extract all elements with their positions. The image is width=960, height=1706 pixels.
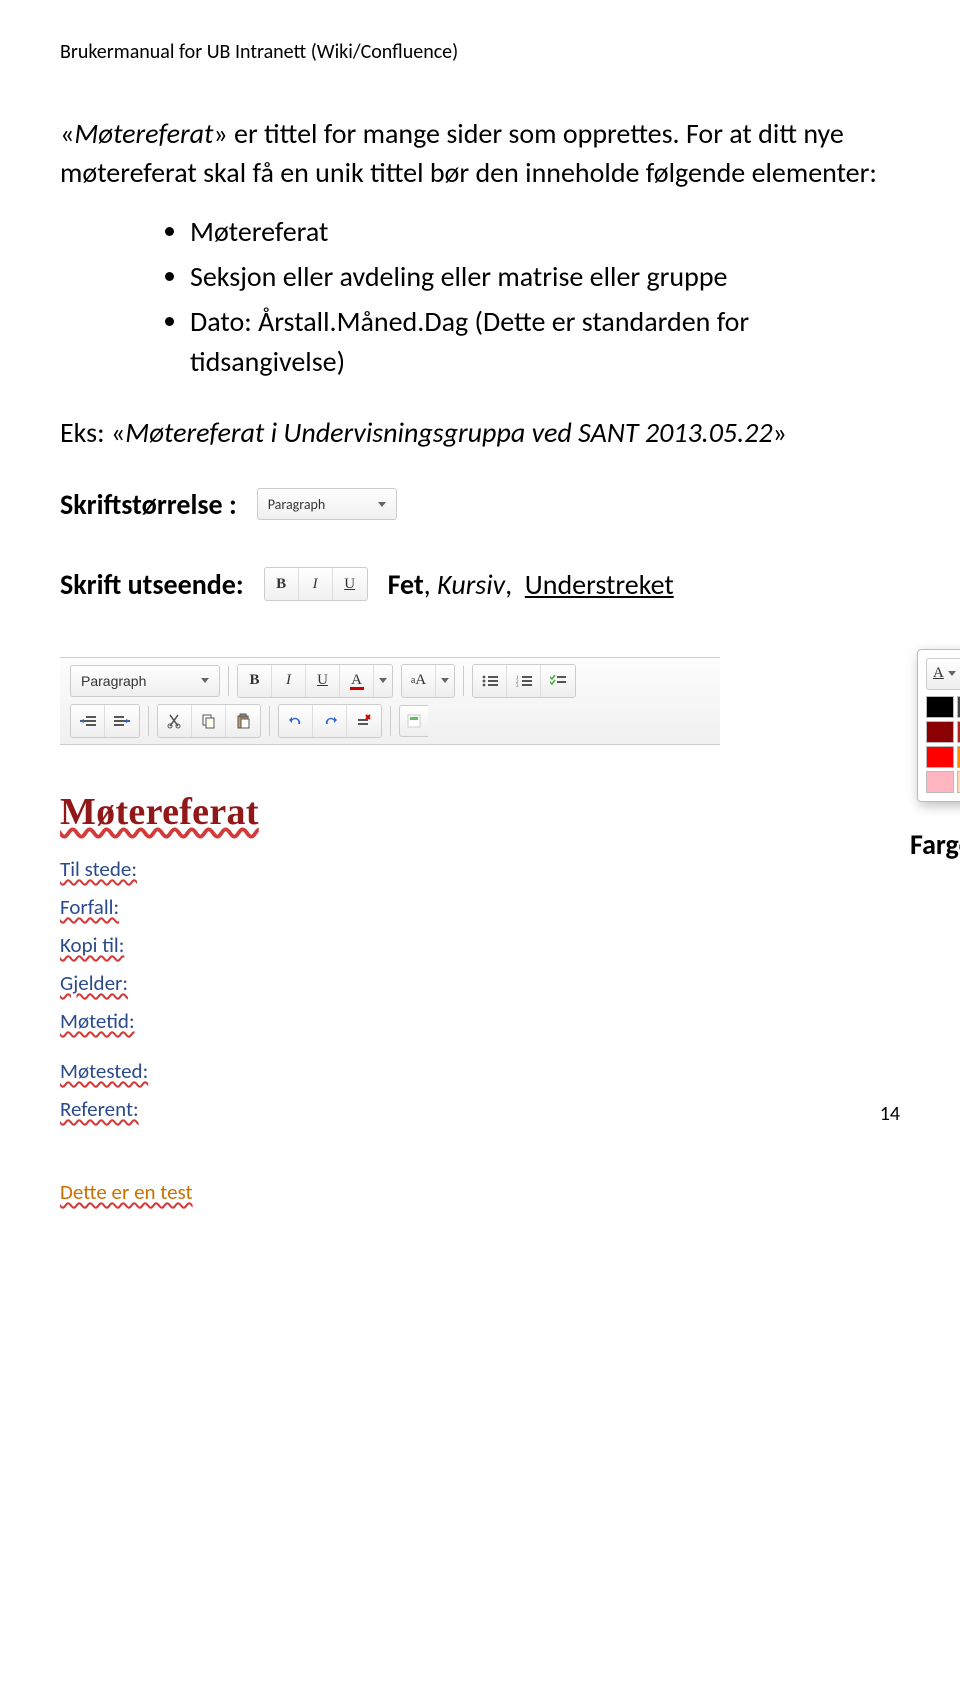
underline-button-2[interactable]: U [306, 665, 340, 697]
sample-field: Forfall: [60, 894, 900, 920]
style-tail: Fet, Kursiv, Understreket [388, 567, 674, 602]
sample-test-line: Dette er en test [60, 1179, 900, 1205]
sample-field: Til stede: [60, 856, 900, 882]
editor-sample-area: Møtereferat Til stede: Forfall: Kopi til… [60, 790, 900, 1205]
bold-button-2[interactable]: B [238, 665, 272, 697]
document-header: Brukermanual for UB Intranett (Wiki/Conf… [60, 40, 900, 64]
chevron-down-icon [441, 678, 449, 683]
italic-button-2[interactable]: I [272, 665, 306, 697]
indent-button[interactable] [105, 705, 139, 737]
font-style-row: Skrift utseende: B I U Fet, Kursiv, Unde… [60, 567, 900, 602]
font-style-label: Skrift utseende: [60, 567, 244, 602]
paragraph-dropdown[interactable]: Paragraph [257, 488, 397, 520]
color-palette-popup: A aA 123 [917, 649, 960, 802]
example-line: Eks: «Møtereferat i Undervisningsgruppa … [60, 413, 900, 452]
clear-format-button[interactable] [347, 705, 381, 737]
paragraph-dropdown-2[interactable]: Paragraph [70, 665, 220, 697]
underline-button[interactable]: U [333, 568, 367, 600]
insert-button[interactable] [399, 705, 428, 737]
chevron-down-icon [201, 678, 209, 683]
paste-button[interactable] [226, 705, 260, 737]
bullet-item: Seksjon eller avdeling eller matrise ell… [190, 257, 900, 298]
chevron-down-icon [378, 502, 386, 507]
sample-title: Møtereferat [60, 790, 900, 834]
bullet-list-button[interactable] [473, 665, 507, 697]
bold-button[interactable]: B [265, 568, 299, 600]
outdent-button[interactable] [71, 705, 105, 737]
italic-button[interactable]: I [299, 568, 333, 600]
sample-field: Møtetid: [60, 1008, 900, 1034]
copy-button[interactable] [192, 705, 226, 737]
svg-text:3: 3 [516, 684, 519, 688]
bullet-item: Dato: Årstall.Måned.Dag (Dette er standa… [190, 302, 900, 383]
palette-caption: Fargepallett for skrift [910, 827, 960, 862]
palette-text-color-button[interactable]: A [926, 658, 960, 690]
check-list-button[interactable] [541, 665, 575, 697]
color-swatch[interactable] [926, 721, 954, 743]
font-size-label: Skriftstørrelse : [60, 487, 237, 522]
bullet-item: Møtereferat [190, 212, 900, 253]
bullet-list: Møtereferat Seksjon eller avdeling eller… [190, 212, 900, 382]
text-color-button[interactable]: A [340, 665, 374, 697]
text-color-dropdown[interactable] [374, 665, 392, 697]
intro-paragraph: «Møtereferat» er tittel for mange sider … [60, 114, 900, 192]
number-list-button[interactable]: 123 [507, 665, 541, 697]
small-text-button[interactable]: aA [402, 665, 436, 697]
small-text-dropdown[interactable] [436, 665, 454, 697]
page-number: 14 [880, 1102, 900, 1126]
sample-field: Referent: [60, 1096, 880, 1122]
chevron-down-icon [948, 671, 956, 676]
font-size-row: Skriftstørrelse : Paragraph [60, 487, 900, 522]
color-swatch-grid [926, 696, 960, 793]
color-swatch[interactable] [926, 771, 954, 793]
editor-toolbar: Paragraph B I U A a [60, 657, 720, 745]
sample-field: Gjelder: [60, 970, 900, 996]
color-swatch[interactable] [926, 696, 954, 718]
color-swatch[interactable] [926, 746, 954, 768]
undo-button[interactable] [279, 705, 313, 737]
cut-button[interactable] [158, 705, 192, 737]
chevron-down-icon [379, 678, 387, 683]
biu-group: B I U [264, 567, 368, 601]
sample-field: Møtested: [60, 1058, 880, 1084]
redo-button[interactable] [313, 705, 347, 737]
sample-field: Kopi til: [60, 932, 900, 958]
